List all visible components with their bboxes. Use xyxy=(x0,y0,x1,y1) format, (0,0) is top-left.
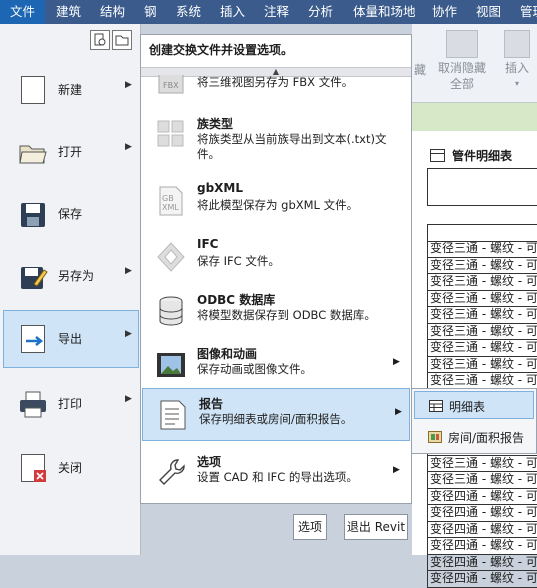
chevron-right-icon: ▶ xyxy=(393,465,400,475)
menu-new-button[interactable]: 新建 ▶ xyxy=(4,62,138,118)
exit-revit-button[interactable]: 退出 Revit xyxy=(344,514,408,540)
schedule-row: 变径四通 - 螺纹 - 可锻 xyxy=(427,554,537,571)
tab-view[interactable]: 视图 xyxy=(476,0,501,24)
unhide-all-button[interactable]: 取消隐藏 全部 xyxy=(438,30,486,92)
tab-annotate[interactable]: 注释 xyxy=(264,0,289,24)
printer-icon xyxy=(18,390,48,420)
film-image-icon xyxy=(156,349,186,381)
schedule-row: 变径四通 - 螺纹 - 可锻 xyxy=(427,571,537,588)
schedule-row: 变径三通 - 螺纹 - 可锻 xyxy=(427,356,537,373)
tab-structure[interactable]: 结构 xyxy=(100,0,125,24)
options-button[interactable]: 选项 xyxy=(293,514,327,540)
save-as-icon xyxy=(18,262,48,292)
ribbon-panel-background: 藏 取消隐藏 全部 插入 ▾ xyxy=(412,24,537,103)
schedule-row: 变径三通 - 螺纹 - 可锻 xyxy=(427,340,537,357)
menu-close-button[interactable]: 关闭 xyxy=(4,440,138,496)
export-fbx-item[interactable]: FBX 将三维视图另存为 FBX 文件。 xyxy=(141,75,411,101)
recent-documents-icon[interactable] xyxy=(90,30,110,50)
chevron-right-icon: ▶ xyxy=(125,142,132,152)
menu-print-button[interactable]: 打印 ▶ xyxy=(4,376,138,432)
schedule-table-icon xyxy=(429,400,443,412)
schedule-row: 变径四通 - 螺纹 - 可锻 xyxy=(427,488,537,505)
schedule-column-header xyxy=(427,224,537,242)
export-odbc-item[interactable]: ODBC 数据库 将模型数据保存到 ODBC 数据库。 xyxy=(141,285,411,339)
ifc-icon xyxy=(156,241,186,273)
chevron-right-icon: ▶ xyxy=(395,407,402,417)
schedule-row: 变径三通 - 螺纹 - 可锻 xyxy=(427,307,537,324)
flyout-item-schedule[interactable]: 明细表 xyxy=(414,391,534,419)
schedule-row: 变径四通 - 螺纹 - 可锻 xyxy=(427,505,537,522)
fbx-icon: FBX xyxy=(156,75,186,101)
schedule-title: 管件明细表 xyxy=(452,149,513,163)
schedule-row: 变径三通 - 螺纹 - 可锻 xyxy=(427,455,537,472)
schedule-row: 变径三通 - 螺纹 - 可锻 xyxy=(427,290,537,307)
svg-text:XML: XML xyxy=(162,203,179,212)
tab-analyze[interactable]: 分析 xyxy=(308,0,333,24)
svg-text:GB: GB xyxy=(162,194,174,203)
application-menu-sidebar: 新建 ▶ 打开 ▶ 保存 另存为 ▶ 导出 ▶ 打印 ▶ 关闭 xyxy=(0,24,141,555)
tab-collaborate[interactable]: 协作 xyxy=(432,0,457,24)
tab-systems[interactable]: 系统 xyxy=(176,0,201,24)
chevron-right-icon: ▶ xyxy=(125,80,132,90)
export-icon xyxy=(18,325,48,355)
menu-save-as-button[interactable]: 另存为 ▶ xyxy=(4,248,138,304)
ribbon-context-strip xyxy=(412,103,537,131)
chevron-right-icon: ▶ xyxy=(393,357,400,367)
ribbon-insert-button[interactable]: 插入 ▾ xyxy=(500,30,534,92)
schedule-row: 变径三通 - 螺纹 - 可锻 xyxy=(427,274,537,291)
export-reports-item[interactable]: 报告 保存明细表或房间/面积报告。 ▶ xyxy=(142,388,410,441)
schedule-icon xyxy=(430,149,445,162)
menu-save-button[interactable]: 保存 xyxy=(4,186,138,242)
tab-file[interactable]: 文件 xyxy=(0,0,46,24)
tab-steel[interactable]: 钢 xyxy=(144,0,157,24)
svg-text:FBX: FBX xyxy=(163,81,179,90)
reports-flyout-menu: 明细表 房间/面积报告 xyxy=(411,388,537,454)
tab-architecture[interactable]: 建筑 xyxy=(56,0,81,24)
export-submenu-panel: 创建交换文件并设置选项。 ▲ FBX 将三维视图另存为 FBX 文件。 族类型 … xyxy=(140,34,412,504)
export-images-animations-item[interactable]: 图像和动画 保存动画或图像文件。 ▶ xyxy=(141,339,411,393)
schedule-row: 变径四通 - 螺纹 - 可锻 xyxy=(427,538,537,555)
schedule-row: 变径三通 - 螺纹 - 可锻 xyxy=(427,323,537,340)
panel-title: 创建交换文件并设置选项。 xyxy=(149,43,294,57)
new-document-icon xyxy=(18,76,48,106)
tab-insert[interactable]: 插入 xyxy=(220,0,245,24)
tab-massing-site[interactable]: 体量和场地 xyxy=(353,0,416,24)
insert-icon xyxy=(504,30,530,58)
wrench-icon xyxy=(156,457,186,489)
menu-open-button[interactable]: 打开 ▶ xyxy=(4,124,138,180)
menu-export-button[interactable]: 导出 ▶ xyxy=(3,310,139,368)
chevron-right-icon: ▶ xyxy=(125,329,132,339)
room-area-report-icon xyxy=(428,431,442,443)
tab-manage[interactable]: 管理 xyxy=(520,0,537,24)
family-types-icon xyxy=(156,119,186,151)
open-folder-icon xyxy=(18,138,48,168)
schedule-row: 变径四通 - 螺纹 - 可锻 xyxy=(427,521,537,538)
chevron-right-icon: ▶ xyxy=(125,394,132,404)
ribbon-tab-bar: 文件 建筑 结构 钢 系统 插入 注释 分析 体量和场地 协作 视图 管理 xyxy=(0,0,537,24)
flyout-item-room-area-report[interactable]: 房间/面积报告 xyxy=(414,423,534,451)
schedule-row: 变径三通 - 螺纹 - 可锻 xyxy=(427,472,537,489)
ribbon-hide-label: 藏 xyxy=(414,63,427,77)
open-documents-icon[interactable] xyxy=(112,30,132,50)
database-icon xyxy=(156,295,186,327)
export-ifc-item[interactable]: IFC 保存 IFC 文件。 xyxy=(141,231,411,285)
export-family-types-item[interactable]: 族类型 将族类型从当前族导出到文本(.txt)文件。 xyxy=(141,109,411,167)
export-options-item[interactable]: 选项 设置 CAD 和 IFC 的导出选项。 ▶ xyxy=(141,447,411,501)
schedule-header-box xyxy=(427,168,537,206)
export-gbxml-item[interactable]: GB XML gbXML 将此模型保存为 gbXML 文件。 xyxy=(141,175,411,229)
chevron-right-icon: ▶ xyxy=(125,266,132,276)
schedule-row: 变径三通 - 螺纹 - 可锻 xyxy=(427,257,537,274)
save-disk-icon xyxy=(18,200,48,230)
schedule-row: 变径三通 - 螺纹 - 可锻 xyxy=(427,241,537,258)
unhide-icon xyxy=(446,30,478,58)
gbxml-icon: GB XML xyxy=(156,185,186,217)
report-icon xyxy=(158,399,188,431)
close-document-icon xyxy=(18,454,48,484)
